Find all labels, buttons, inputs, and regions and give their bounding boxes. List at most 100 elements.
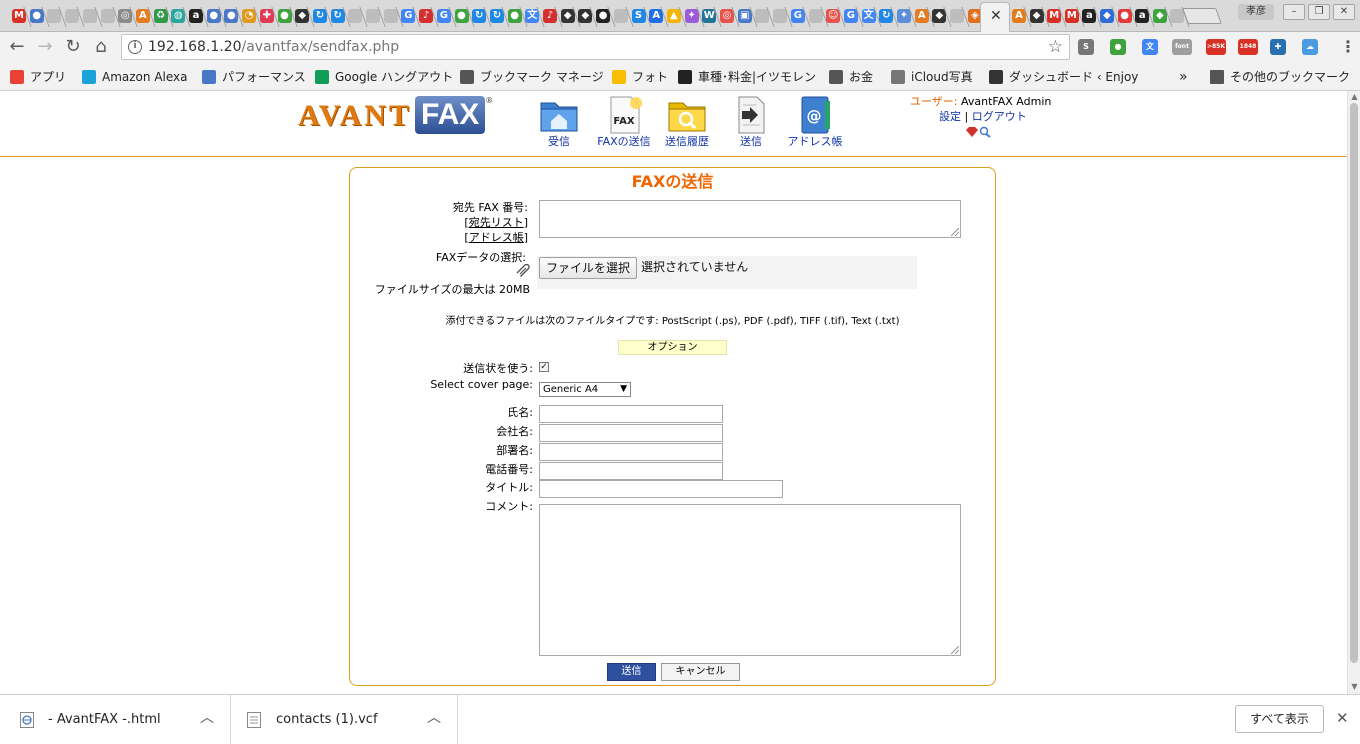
outbox-icon (730, 95, 772, 135)
cover-page-select[interactable]: Generic A4 ▼ (539, 382, 631, 397)
options-header[interactable]: オプション (618, 340, 727, 355)
close-shelf-icon[interactable]: ✕ (1336, 708, 1349, 728)
bookmark-star-icon[interactable]: ☆ (1048, 36, 1063, 58)
send-button[interactable]: 送信 (607, 663, 656, 681)
page-scrollbar[interactable]: ▲ ▼ (1347, 91, 1360, 694)
bookmark-item[interactable]: パフォーマンス (202, 68, 306, 86)
bookmark-item[interactable]: 車種･料金|イツモレン (678, 68, 816, 86)
forward-icon[interactable]: → (33, 35, 57, 59)
chevron-up-icon[interactable]: ︿ (200, 709, 214, 727)
form-title: FAXの送信 (631, 172, 714, 191)
sync-icon: ↻ (489, 9, 504, 23)
download-item[interactable]: - AvantFAX -.html ︿ (0, 695, 231, 744)
close-tab-icon[interactable]: ✕ (990, 8, 1002, 24)
name-input[interactable] (539, 405, 723, 423)
download-filename[interactable]: - AvantFAX -.html (48, 712, 161, 728)
font-icon[interactable]: font (1172, 39, 1192, 55)
bookmark-item[interactable]: ブックマーク マネージ (460, 68, 604, 86)
scrollbar-thumb[interactable] (1350, 103, 1358, 663)
bookmark-item[interactable]: フォト (612, 68, 668, 86)
new-tab-button[interactable] (1182, 8, 1222, 24)
profile-button[interactable]: 孝彦 (1238, 4, 1274, 20)
comment-textarea[interactable] (539, 504, 961, 656)
bookmark-item[interactable]: iCloud写真 (891, 68, 973, 86)
nav-address-book[interactable]: @ アドレス帳 (787, 95, 843, 149)
use-cover-label: 送信状を使う: (463, 362, 533, 375)
dept-input[interactable] (539, 443, 723, 461)
download-filename[interactable]: contacts (1).vcf (276, 712, 378, 728)
gmail-icon: M (1064, 9, 1079, 23)
bookmark-item[interactable]: Google ハングアウト (315, 68, 453, 86)
app-icon: ✚ (259, 9, 274, 23)
apps-icon (10, 70, 24, 84)
home-icon[interactable]: ⌂ (89, 35, 113, 59)
back-icon[interactable]: ← (5, 35, 29, 59)
bookmark-item[interactable]: Amazon Alexa (82, 68, 187, 86)
folder-icon (829, 70, 843, 84)
sync-icon: ↻ (312, 9, 327, 23)
address-book-link[interactable]: アドレス帳 (469, 231, 524, 244)
bookmark-item[interactable]: ダッシュボード ‹ Enjoy (989, 68, 1138, 86)
address-bar[interactable]: i 192.168.1.20/avantfax/sendfax.php ☆ (121, 34, 1070, 60)
evernote-icon: ● (277, 9, 292, 23)
gmail-icon[interactable]: 1848 (1238, 39, 1258, 55)
page-icon (613, 9, 628, 23)
company-input[interactable] (539, 424, 723, 442)
close-window-button[interactable]: ✕ (1333, 4, 1355, 20)
menu-icon[interactable]: ⋮ (1340, 38, 1356, 56)
info-icon[interactable]: i (128, 40, 142, 54)
nav-inbox[interactable]: 受信 (536, 95, 582, 149)
maximize-button[interactable]: ❐ (1308, 4, 1330, 20)
bookmarks-overflow-icon[interactable]: » (1179, 68, 1188, 86)
google-icon: G (436, 9, 451, 23)
bookmark-item[interactable]: アプリ (10, 68, 66, 86)
settings-link[interactable]: 設定 (939, 110, 961, 123)
minimize-button[interactable]: – (1283, 4, 1305, 20)
download-shelf: - AvantFAX -.html ︿ contacts (1).vcf ︿ す… (0, 694, 1360, 744)
bookmark-label: アプリ (30, 70, 67, 84)
resize-grip-icon[interactable] (951, 646, 959, 654)
google-icon: G (843, 9, 858, 23)
star-icon (460, 70, 474, 84)
active-tab[interactable]: ✕ (980, 2, 1010, 32)
hangouts-icon (315, 70, 329, 84)
scroll-down-icon[interactable]: ▼ (1350, 682, 1359, 692)
cloud-icon[interactable]: ☁ (1302, 39, 1318, 55)
nav-sent-history[interactable]: 送信履歴 (664, 95, 710, 149)
gmail-icon[interactable]: >85K (1206, 39, 1226, 55)
dest-fax-input[interactable] (539, 200, 961, 238)
logout-link[interactable]: ログアウト (972, 110, 1027, 123)
show-all-downloads-button[interactable]: すべて表示 (1235, 705, 1324, 733)
chevron-up-icon[interactable]: ︿ (427, 709, 441, 727)
resize-grip-icon[interactable] (951, 228, 959, 236)
app-icon[interactable]: ✚ (1270, 39, 1286, 55)
translate-icon[interactable]: 文 (1142, 39, 1158, 55)
bookmark-item[interactable]: お金 (829, 68, 873, 86)
avantfax-logo[interactable]: AVANT FAX ® (298, 96, 493, 136)
other-bookmarks[interactable]: その他のブックマーク (1210, 68, 1350, 86)
download-item[interactable]: contacts (1).vcf ︿ (231, 695, 458, 744)
other-bookmarks-label: その他のブックマーク (1230, 70, 1351, 84)
dest-list-link[interactable]: 宛先リスト (469, 216, 524, 229)
phone-input[interactable] (539, 462, 723, 480)
logo-avant: AVANT (298, 99, 412, 132)
s-icon[interactable]: S (1078, 39, 1094, 55)
use-cover-checkbox[interactable]: ✓ (539, 362, 549, 372)
subject-input[interactable] (539, 480, 783, 498)
nav-outbox[interactable]: 送信 (730, 95, 772, 149)
choose-file-button[interactable]: ファイルを選択 (539, 257, 638, 279)
nav-send-fax[interactable]: FAX FAXの送信 (596, 95, 652, 149)
send-fax-icon: FAX (603, 95, 645, 135)
url-text[interactable]: 192.168.1.20/avantfax/sendfax.php (148, 39, 399, 55)
map-pin-icon (82, 70, 96, 84)
evernote-icon: ● (507, 9, 522, 23)
page-icon (808, 9, 823, 23)
nav-label: 送信履歴 (665, 135, 709, 148)
cancel-button[interactable]: キャンセル (661, 663, 740, 681)
bookmark-label: 車種･料金|イツモレン (698, 70, 817, 84)
ruby-icon (966, 126, 991, 138)
reload-icon[interactable]: ↻ (61, 35, 85, 59)
max-size-note: ファイルサイズの最大は 20MB (374, 283, 530, 296)
scroll-up-icon[interactable]: ▲ (1350, 92, 1359, 102)
evernote-icon[interactable]: ● (1110, 39, 1126, 55)
